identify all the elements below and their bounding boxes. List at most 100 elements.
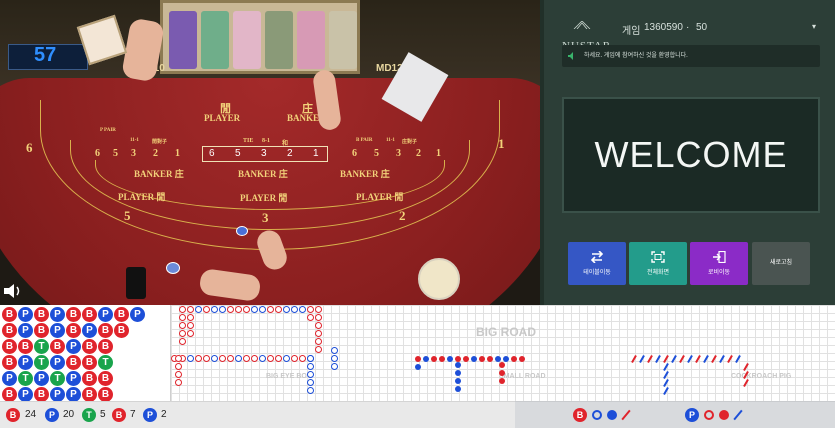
- bead-result: B: [98, 371, 113, 386]
- bead-result: P: [130, 307, 145, 322]
- big-eye-mark: [203, 355, 210, 362]
- player-pair-count: 2: [161, 409, 167, 420]
- big-road-mark: [315, 322, 322, 329]
- cockroach-mark: [647, 355, 653, 363]
- bead-road: BPBPBBPBPBPBPBPBBBBTBPBBBPTPBBTPTPTPBBBP…: [0, 305, 170, 402]
- felt-p-pair: P PAIR: [100, 128, 116, 133]
- right-num-5: 5: [374, 148, 379, 159]
- player-badge: P: [45, 408, 59, 422]
- big-road-mark: [315, 306, 322, 313]
- big-eye-mark: [331, 347, 338, 354]
- left-num-1: 1: [175, 148, 180, 159]
- cockroach-mark: [663, 363, 669, 371]
- game-id: 1360590: [644, 22, 683, 33]
- chip: [166, 262, 180, 274]
- tie-num-1: 1: [313, 148, 319, 159]
- chip-stack: [169, 11, 197, 69]
- big-eye-mark: [291, 355, 298, 362]
- cockroach-mark: [639, 355, 645, 363]
- felt-player-label: PLAYER: [204, 113, 241, 123]
- exit-door-icon: [713, 251, 726, 263]
- seat-6-number: 6: [26, 140, 33, 155]
- big-eye-mark: [219, 355, 226, 362]
- big-road-mark: [179, 330, 186, 337]
- sunburst-icon: [573, 20, 591, 30]
- banker-count: 24: [25, 409, 37, 420]
- small-road-mark: [423, 356, 429, 362]
- bead-result: B: [82, 387, 97, 402]
- bead-result: B: [18, 339, 33, 354]
- small-road-mark: [455, 370, 461, 376]
- big-eye-prediction: [704, 410, 714, 420]
- big-road-label: BIG ROAD: [476, 325, 536, 339]
- big-road-mark: [179, 338, 186, 345]
- cockroach-mark: [695, 355, 701, 363]
- tie-badge: T: [82, 408, 96, 422]
- small-road-mark: [455, 386, 461, 392]
- small-road-prediction: [719, 410, 729, 420]
- big-road-mark: [315, 338, 322, 345]
- small-road-mark: [455, 362, 461, 368]
- small-road-mark: [499, 378, 505, 384]
- speaker-icon[interactable]: [2, 281, 24, 301]
- bead-result: B: [82, 307, 97, 322]
- bead-result: P: [18, 355, 33, 370]
- small-road-label: SMALL ROAD: [499, 373, 546, 380]
- full-screen-button[interactable]: 전체화면: [629, 242, 687, 285]
- big-road-mark: [187, 314, 194, 321]
- bead-result: T: [34, 339, 49, 354]
- big-eye-mark: [259, 355, 266, 362]
- welcome-banner: WELCOME: [562, 97, 820, 213]
- big-road-mark: [307, 314, 314, 321]
- small-road-mark: [447, 356, 453, 362]
- big-road-mark: [219, 306, 226, 313]
- small-road-mark: [471, 356, 477, 362]
- chevron-down-icon[interactable]: ▾: [812, 22, 816, 31]
- big-road-mark: [291, 306, 298, 313]
- road-grid: BIG ROAD BIG EYE BOY SMALL ROAD COCKROAC…: [170, 305, 835, 401]
- round-count: 50: [696, 22, 708, 33]
- big-eye-mark: [227, 355, 234, 362]
- bead-result: P: [66, 371, 81, 386]
- bead-result: B: [34, 387, 49, 402]
- left-num-2: 2: [153, 148, 158, 159]
- cockroach-mark: [663, 379, 669, 387]
- big-eye-prediction: [592, 410, 602, 420]
- big-road-mark: [179, 306, 186, 313]
- small-road-mark: [431, 356, 437, 362]
- big-eye-mark: [275, 355, 282, 362]
- felt-player-seat-2: PLAYER 閒: [356, 192, 404, 202]
- bead-result: B: [82, 339, 97, 354]
- bead-result: B: [2, 355, 17, 370]
- small-road-mark: [487, 356, 493, 362]
- cockroach-mark: [671, 355, 677, 363]
- big-road-mark: [307, 306, 314, 313]
- tie-num-6: 6: [209, 148, 215, 159]
- big-road-mark: [179, 314, 186, 321]
- lobby-button[interactable]: 로비이동: [690, 242, 748, 285]
- refresh-button[interactable]: 새로고침: [752, 242, 810, 285]
- big-eye-mark: [307, 379, 314, 386]
- bead-result: B: [2, 323, 17, 338]
- bead-result: P: [66, 339, 81, 354]
- right-number-row: 6 5 3 2 1: [352, 148, 447, 162]
- tie-number-row: 6 5 3 2 1: [202, 146, 328, 162]
- full-screen-label: 전체화면: [646, 270, 670, 276]
- small-road-mark: [499, 370, 505, 376]
- bead-result: B: [82, 371, 97, 386]
- cockroach-mark: [679, 355, 685, 363]
- live-video-feed: 57 MD1210 MD1210 閒 PLAYER 庄 BANKER P PAI…: [0, 0, 540, 305]
- banker-ask-badge: B: [573, 408, 587, 422]
- felt-b-pair-odds: 11-1: [386, 138, 395, 143]
- big-eye-mark: [331, 363, 338, 370]
- seat-1-number: 1: [498, 136, 505, 151]
- cockroach-mark: [655, 355, 661, 363]
- felt-b-pair: B PAIR: [356, 138, 373, 143]
- big-road-mark: [315, 314, 322, 321]
- road-scoreboard: BPBPBBPBPBPBPBPBBBBTBPBBBPTPBBTPTPTPBBBP…: [0, 305, 835, 428]
- bead-result: B: [34, 323, 49, 338]
- welcome-text: WELCOME: [594, 134, 788, 175]
- table-move-button[interactable]: 테이블이동: [568, 242, 626, 285]
- bead-result: P: [50, 307, 65, 322]
- big-eye-mark: [175, 379, 182, 386]
